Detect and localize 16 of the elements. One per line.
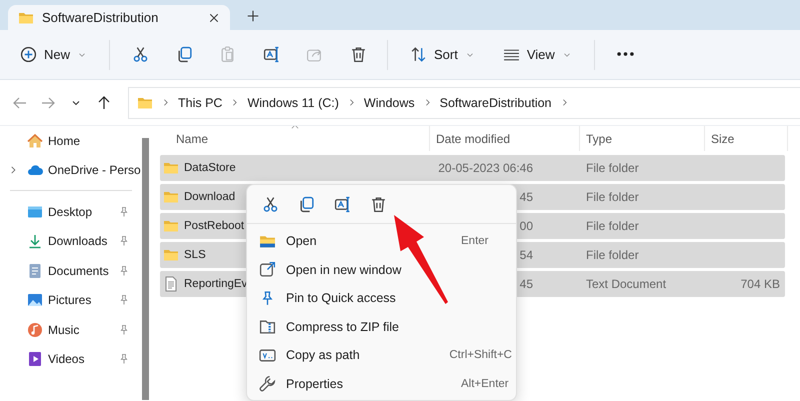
file-name: ReportingEv <box>184 278 248 290</box>
date-cell: 45 <box>520 277 533 291</box>
type-cell: File folder <box>586 190 639 204</box>
type-cell: File folder <box>586 248 639 262</box>
type-cell: File folder <box>586 219 639 233</box>
date-cell: 54 <box>520 248 533 262</box>
file-name: PostReboot <box>184 220 244 232</box>
date-cell: 00 <box>520 219 533 233</box>
type-cell: File folder <box>586 161 639 175</box>
file-name: SLS <box>184 249 206 261</box>
date-cell: 20-05-2023 06:46 <box>438 161 533 175</box>
type-cell: Text Document <box>586 277 666 291</box>
date-cell: 45 <box>520 190 533 204</box>
file-name: DataStore <box>184 162 236 174</box>
file-name: Download <box>184 191 236 203</box>
size-cell: 704 KB <box>740 277 780 291</box>
